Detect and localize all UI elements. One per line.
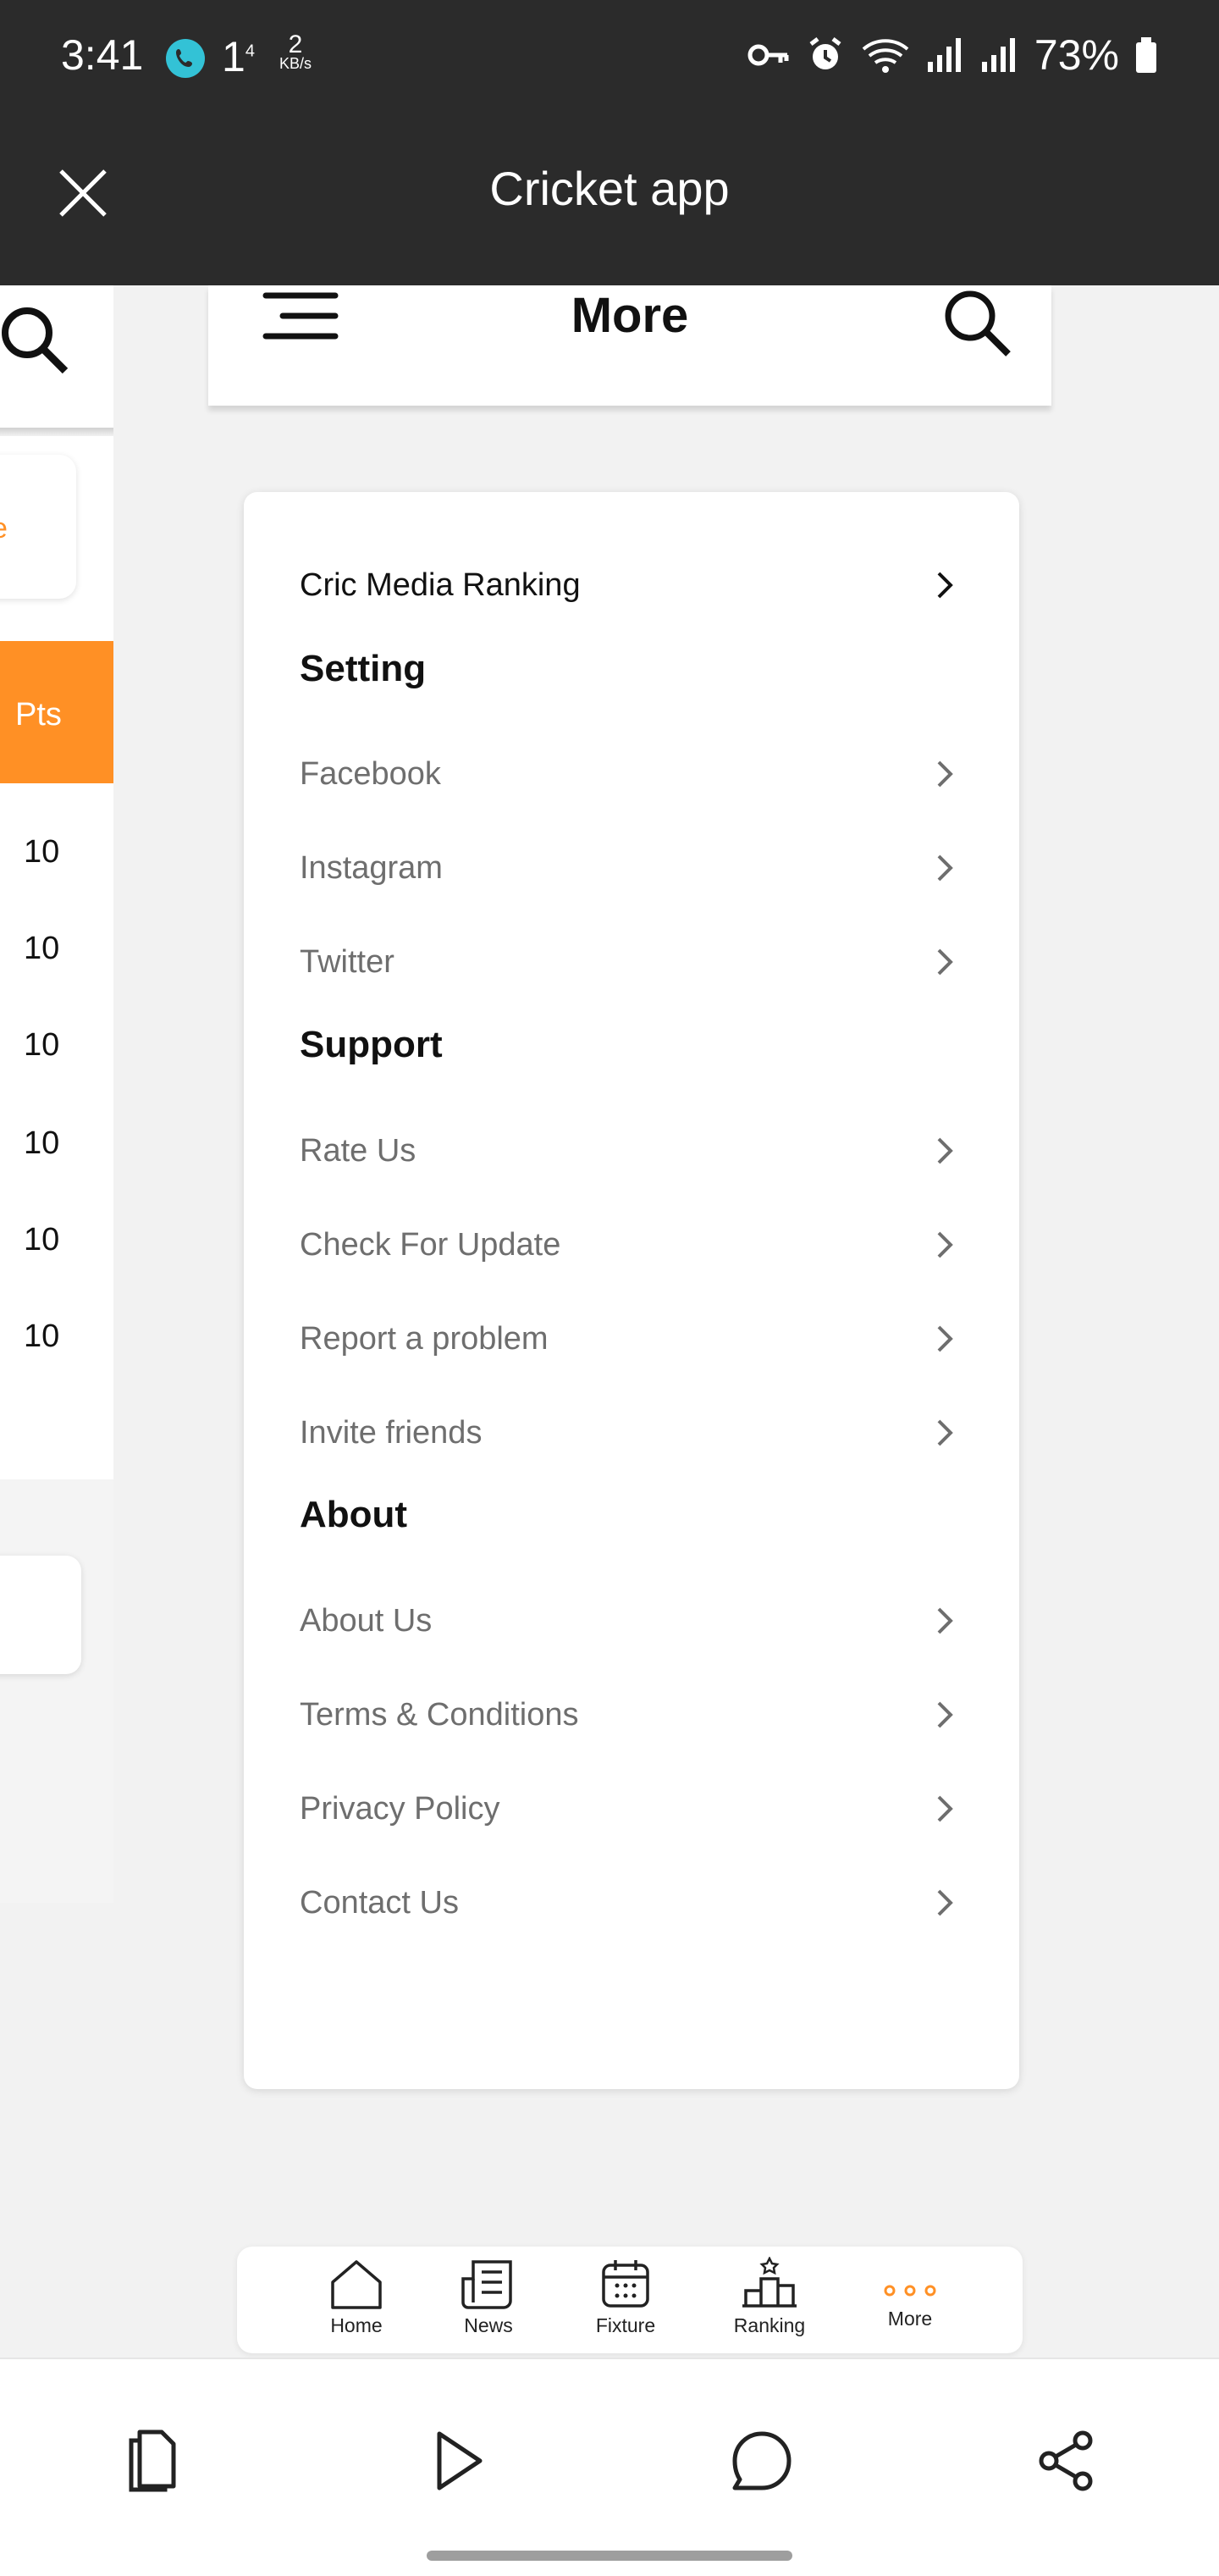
chevron-right-icon — [937, 1607, 953, 1634]
app-top-bar: 3:41 14 2 KB/s 73% Cricket app — [0, 0, 1219, 285]
menu-item-label: Instagram — [300, 849, 443, 886]
chevron-right-icon — [937, 572, 953, 599]
signal-icon — [927, 38, 961, 72]
more-screen: More Cric Media Ranking Setting Facebook… — [208, 285, 1051, 2358]
copy-button[interactable] — [110, 2418, 195, 2503]
points-label: Pts — [15, 697, 62, 732]
menu-item-cric-media-ranking[interactable]: Cric Media Ranking — [300, 556, 960, 615]
menu-item-privacy-policy[interactable]: Privacy Policy — [300, 1779, 960, 1838]
tab-label: Fixture — [595, 2314, 656, 2336]
key-icon — [747, 44, 789, 66]
menu-item-rate-us[interactable]: Rate Us — [300, 1121, 960, 1180]
menu-item-label: Rate Us — [300, 1132, 416, 1169]
background-lower-area — [0, 1479, 113, 1903]
search-icon[interactable] — [0, 302, 78, 383]
menu-item-instagram[interactable]: Instagram — [300, 838, 960, 898]
menu-item-contact-us[interactable]: Contact Us — [300, 1873, 960, 1932]
screen-header: More — [208, 285, 1051, 406]
search-icon[interactable] — [940, 285, 1016, 366]
menu-item-label: Facebook — [300, 755, 441, 792]
status-indicator-one: 14 — [222, 33, 255, 80]
menu-item-label: Check For Update — [300, 1226, 561, 1263]
menu-item-terms-conditions[interactable]: Terms & Conditions — [300, 1685, 960, 1744]
tab-news[interactable]: News — [433, 2257, 543, 2337]
section-title-support: Support — [300, 1024, 443, 1065]
points-value: 10 — [24, 1318, 60, 1354]
chevron-right-icon — [937, 1325, 953, 1352]
app-title: Cricket app — [489, 162, 730, 215]
calendar-icon — [602, 2260, 649, 2308]
menu-item-label: Privacy Policy — [300, 1790, 500, 1827]
share-icon — [1039, 2430, 1093, 2491]
menu-item-facebook[interactable]: Facebook — [300, 744, 960, 804]
tab-fixture[interactable]: Fixture — [571, 2257, 681, 2337]
menu-item-label: Contact Us — [300, 1884, 459, 1921]
chevron-right-icon — [937, 760, 953, 788]
browser-toolbar — [0, 2358, 1219, 2576]
chat-bubble-icon — [732, 2431, 792, 2490]
app-tab-bar: Home News Fixture Ranking More — [237, 2247, 1023, 2353]
menu-item-report-a-problem[interactable]: Report a problem — [300, 1309, 960, 1368]
tab-label: More — [887, 2308, 933, 2330]
menu-item-about-us[interactable]: About Us — [300, 1591, 960, 1650]
section-title-setting: Setting — [300, 648, 427, 689]
home-icon — [331, 2260, 382, 2309]
points-value: 10 — [24, 1125, 60, 1161]
page-title: More — [571, 288, 689, 343]
chevron-right-icon — [937, 854, 953, 882]
signal-icon-2 — [981, 38, 1015, 72]
net-speed: 2 KB/s — [279, 30, 312, 72]
alarm-icon — [809, 37, 841, 69]
more-menu-card: Cric Media Ranking Setting Facebook Inst… — [244, 492, 1019, 2089]
more-dots-icon — [884, 2285, 936, 2297]
share-button[interactable] — [1024, 2418, 1109, 2503]
menu-item-label: About Us — [300, 1602, 433, 1639]
tab-label: News — [464, 2314, 513, 2336]
menu-item-label: Report a problem — [300, 1320, 549, 1357]
chevron-right-icon — [937, 1795, 953, 1822]
call-icon — [166, 39, 205, 78]
battery-icon — [1136, 37, 1156, 73]
tab-label: Ranking — [733, 2314, 806, 2336]
divider — [0, 428, 113, 436]
tab-more[interactable]: More — [855, 2257, 965, 2330]
menu-item-label: Terms & Conditions — [300, 1696, 579, 1733]
menu-item-label: Invite friends — [300, 1414, 483, 1451]
section-title-about: About — [300, 1494, 408, 1535]
menu-item-label: Cric Media Ranking — [300, 567, 581, 603]
points-value: 10 — [24, 931, 60, 966]
news-icon — [461, 2260, 512, 2309]
tab-label: Home — [330, 2314, 383, 2336]
web-content: e Pts 10 10 10 10 10 10 More Cric Media … — [0, 285, 1219, 2358]
podium-icon — [742, 2257, 797, 2308]
chevron-right-icon — [937, 1137, 953, 1164]
chevron-right-icon — [937, 1419, 953, 1446]
points-value: 10 — [24, 834, 60, 870]
play-button[interactable] — [415, 2418, 499, 2503]
status-icons: 73% — [747, 30, 1158, 80]
status-time: 3:41 — [61, 31, 144, 79]
chevron-right-icon — [937, 1231, 953, 1258]
points-value: 10 — [24, 1027, 60, 1063]
background-card — [0, 455, 76, 599]
home-indicator[interactable] — [427, 2551, 792, 2561]
play-icon — [437, 2431, 483, 2490]
tab-ranking[interactable]: Ranking — [714, 2257, 825, 2337]
menu-item-twitter[interactable]: Twitter — [300, 932, 960, 992]
wifi-icon — [862, 39, 909, 73]
points-value: 10 — [24, 1222, 60, 1258]
chevron-right-icon — [937, 948, 953, 976]
menu-item-invite-friends[interactable]: Invite friends — [300, 1403, 960, 1462]
copy-icon — [129, 2430, 176, 2492]
menu-item-check-for-update[interactable]: Check For Update — [300, 1215, 960, 1274]
battery-percent: 73% — [1034, 31, 1119, 79]
chevron-right-icon — [937, 1701, 953, 1728]
background-card — [0, 1556, 81, 1674]
background-orange-text: e — [0, 512, 8, 545]
chevron-right-icon — [937, 1889, 953, 1916]
chat-button[interactable] — [720, 2418, 804, 2503]
menu-item-label: Twitter — [300, 943, 394, 980]
tab-home[interactable]: Home — [301, 2257, 411, 2337]
